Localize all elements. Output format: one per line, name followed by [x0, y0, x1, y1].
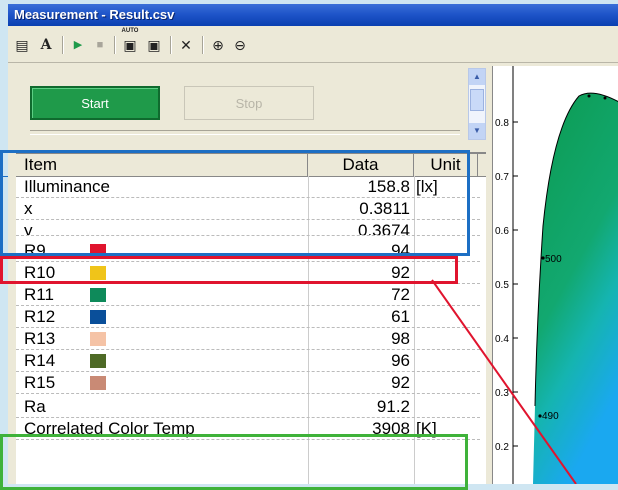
toolbar-separator [114, 36, 116, 54]
table-header: Item Data Unit [16, 154, 486, 177]
window-title: Measurement - Result.csv [14, 7, 175, 22]
start-button[interactable]: Start [30, 86, 160, 120]
zoom-out-icon[interactable]: ⊖ [230, 35, 250, 55]
row-item: R15 [24, 373, 56, 392]
table-row[interactable]: R11 72 [16, 284, 480, 306]
title-bar[interactable]: Measurement - Result.csv [8, 4, 618, 26]
row-value: 0.3811 [359, 199, 410, 218]
row-value: 98 [391, 329, 410, 348]
row-value: 92 [391, 373, 410, 392]
y-ticks: 0.8 0.7 0.6 0.5 0.4 0.3 0.2 [495, 118, 518, 453]
color-swatch [90, 288, 106, 302]
color-swatch [90, 332, 106, 346]
control-area: Start Stop [16, 66, 466, 142]
table-row[interactable]: Ra 91.2 [16, 396, 480, 418]
font-icon[interactable]: A [36, 35, 56, 55]
row-item: y [24, 221, 33, 236]
table-row[interactable]: y 0.3674 [16, 220, 480, 236]
color-swatch [90, 354, 106, 368]
table-row[interactable]: x 0.3811 [16, 198, 480, 220]
row-value: 0.3674 [358, 221, 410, 236]
scroll-thumb[interactable] [470, 89, 484, 111]
color-swatch [90, 266, 106, 280]
toolbar: ▤ A ▶ ■ AUTO ▣ ▣ ✕ ⊕ ⊖ [8, 26, 618, 63]
measurement-panel: Start Stop ▲ ▼ Item Data Unit Illuminanc… [16, 66, 488, 484]
y-tick-label: 0.3 [495, 388, 509, 399]
row-value: 72 [391, 285, 410, 304]
y-tick-label: 0.2 [495, 442, 509, 453]
row-item: R10 [24, 263, 56, 282]
y-tick-label: 0.5 [495, 280, 509, 291]
y-tick-label: 0.6 [495, 226, 509, 237]
measurement-window: Measurement - Result.csv ▤ A ▶ ■ AUTO ▣ … [8, 4, 618, 484]
auto-save-icon[interactable]: AUTO ▣ [120, 28, 140, 55]
color-swatch [90, 376, 106, 390]
header-item[interactable]: Item [16, 154, 308, 176]
tools-icon[interactable]: ✕ [176, 35, 196, 55]
wavelength-label-490: 490 [542, 411, 559, 422]
auto-label: AUTO [121, 28, 139, 34]
control-scrollbar[interactable]: ▲ ▼ [468, 68, 486, 140]
scroll-up-icon[interactable]: ▲ [469, 69, 485, 85]
progress-divider [30, 130, 460, 135]
header-data[interactable]: Data [308, 154, 414, 176]
row-item: R11 [24, 285, 54, 304]
row-item: Ra [24, 397, 46, 416]
toolbar-separator [170, 36, 172, 54]
table-row[interactable]: Correlated Color Temp 3908 [K] [16, 418, 480, 440]
row-value: 92 [391, 263, 410, 282]
toolbar-separator [202, 36, 204, 54]
table-row[interactable]: R15 92 [16, 372, 480, 394]
chromaticity-svg: 0.8 0.7 0.6 0.5 0.4 0.3 0.2 500 490 [495, 66, 618, 484]
wavelength-label-500: 500 [545, 254, 562, 265]
header-unit[interactable]: Unit [414, 154, 478, 176]
row-value: 158.8 [367, 177, 410, 196]
table-row[interactable]: R14 96 [16, 350, 480, 372]
row-item: R12 [24, 307, 56, 326]
row-item: Illuminance [24, 177, 110, 196]
row-value: 61 [391, 307, 410, 326]
play-icon[interactable]: ▶ [68, 35, 88, 55]
row-item: R13 [24, 329, 56, 348]
spectral-locus-area [533, 93, 618, 484]
stop-button[interactable]: Stop [184, 86, 314, 120]
y-tick-label: 0.8 [495, 118, 509, 129]
save-icon[interactable]: ▣ [144, 35, 164, 55]
row-value: 91.2 [376, 397, 410, 416]
table-row[interactable]: R13 98 [16, 328, 480, 350]
table-row[interactable]: R9 94 [16, 240, 480, 262]
row-unit: [lx] [416, 177, 438, 196]
table-row[interactable]: R10 92 [16, 262, 480, 284]
row-item: Correlated Color Temp [24, 419, 195, 438]
row-unit: [K] [416, 419, 437, 438]
row-item: x [24, 199, 33, 218]
list-icon[interactable]: ▤ [12, 35, 32, 55]
table-row[interactable]: R12 61 [16, 306, 480, 328]
row-value: 3908 [372, 419, 410, 438]
row-item: R9 [24, 241, 46, 260]
locus-point [587, 94, 591, 98]
highlight-connector-blue [0, 176, 8, 177]
color-swatch [90, 310, 106, 324]
color-swatch [90, 244, 106, 258]
row-item: R14 [24, 351, 56, 370]
y-tick-label: 0.7 [495, 172, 509, 183]
table-row[interactable]: Illuminance 158.8 [lx] [16, 176, 480, 198]
scroll-down-icon[interactable]: ▼ [469, 123, 485, 139]
locus-point [603, 96, 607, 100]
toolbar-separator [62, 36, 64, 54]
y-tick-label: 0.4 [495, 334, 509, 345]
zoom-in-icon[interactable]: ⊕ [208, 35, 228, 55]
result-table: Item Data Unit Illuminance 158.8 [lx] x … [16, 152, 486, 484]
stop-icon[interactable]: ■ [90, 35, 110, 55]
row-value: 94 [391, 241, 410, 260]
chromaticity-chart: 0.8 0.7 0.6 0.5 0.4 0.3 0.2 500 490 [492, 66, 618, 484]
row-value: 96 [391, 351, 410, 370]
